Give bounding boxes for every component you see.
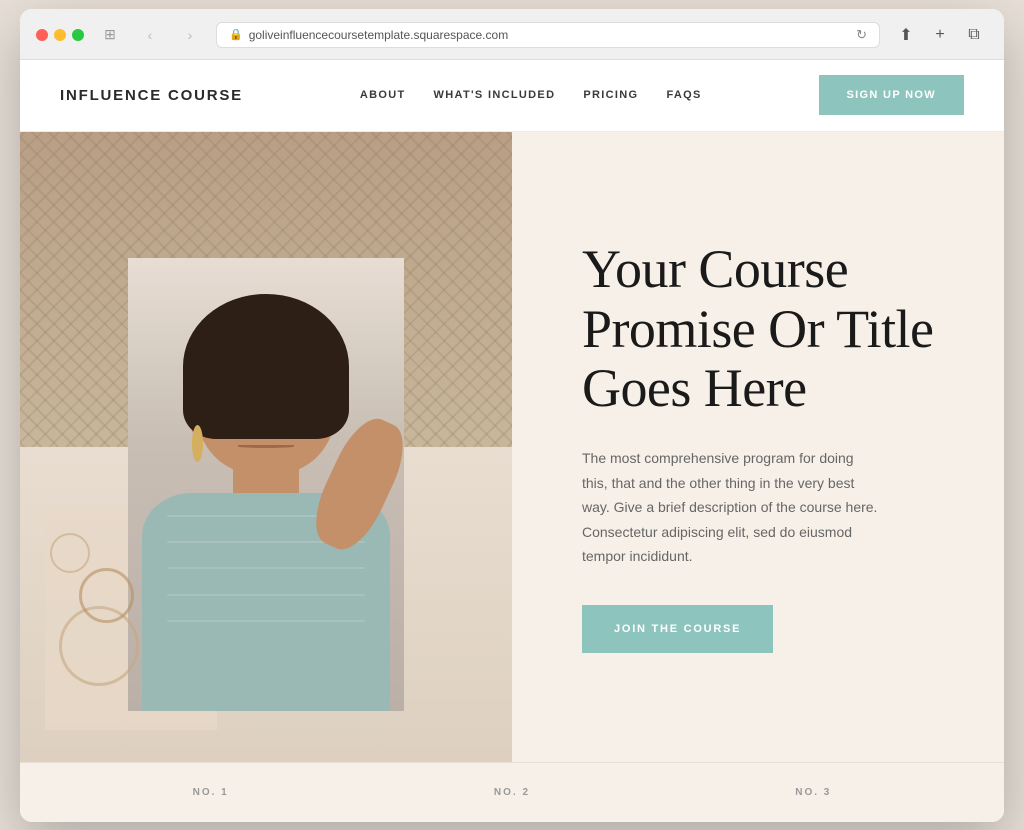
jewelry-circle-2: [79, 568, 134, 623]
minimize-button[interactable]: [54, 29, 66, 41]
address-bar[interactable]: 🔒 goliveinfluencecoursetemplate.squaresp…: [216, 22, 880, 48]
hero-section: Your Course Promise Or Title Goes Here T…: [20, 132, 1004, 762]
bottom-numbers: NO. 1 NO. 2 NO. 3: [20, 762, 1004, 822]
back-icon[interactable]: ‹: [136, 21, 164, 49]
sidebar-toggle-icon[interactable]: ⊞: [96, 21, 124, 49]
join-course-button[interactable]: JOIN THE COURSE: [582, 605, 773, 653]
hero-description: The most comprehensive program for doing…: [582, 446, 882, 569]
number-1: NO. 1: [193, 787, 229, 798]
site-nav: ABOUT WHAT'S INCLUDED PRICING FAQS: [360, 89, 702, 101]
nav-pricing[interactable]: PRICING: [583, 89, 638, 101]
close-button[interactable]: [36, 29, 48, 41]
url-text: goliveinfluencecoursetemplate.squarespac…: [249, 28, 508, 42]
share-icon[interactable]: ⬆: [892, 21, 920, 49]
hero-images: [20, 132, 512, 762]
jewelry-circle-3: [50, 533, 90, 573]
number-3: NO. 3: [795, 787, 831, 798]
browser-chrome: ⊞ ‹ › 🔒 goliveinfluencecoursetemplate.sq…: [20, 9, 1004, 60]
fullscreen-button[interactable]: [72, 29, 84, 41]
refresh-icon[interactable]: ↻: [856, 27, 867, 43]
number-2: NO. 2: [494, 787, 530, 798]
nav-whats-included[interactable]: WHAT'S INCLUDED: [434, 89, 556, 101]
website: INFLUENCE COURSE ABOUT WHAT'S INCLUDED P…: [20, 60, 1004, 822]
forward-icon[interactable]: ›: [176, 21, 204, 49]
browser-window: ⊞ ‹ › 🔒 goliveinfluencecoursetemplate.sq…: [20, 9, 1004, 822]
nav-faqs[interactable]: FAQS: [666, 89, 701, 101]
new-tab-icon[interactable]: +: [926, 21, 954, 49]
traffic-lights: [36, 29, 84, 41]
portrait-photo: [128, 258, 404, 712]
site-header: INFLUENCE COURSE ABOUT WHAT'S INCLUDED P…: [20, 60, 1004, 132]
nav-about[interactable]: ABOUT: [360, 89, 406, 101]
hero-content: Your Course Promise Or Title Goes Here T…: [512, 132, 1004, 762]
site-logo: INFLUENCE COURSE: [60, 87, 243, 104]
sign-up-button[interactable]: SIGN UP NOW: [819, 75, 965, 115]
hero-title: Your Course Promise Or Title Goes Here: [582, 240, 944, 418]
tabs-icon[interactable]: ⧉: [960, 21, 988, 49]
browser-actions: ⬆ + ⧉: [892, 21, 988, 49]
lock-icon: 🔒: [229, 28, 243, 41]
